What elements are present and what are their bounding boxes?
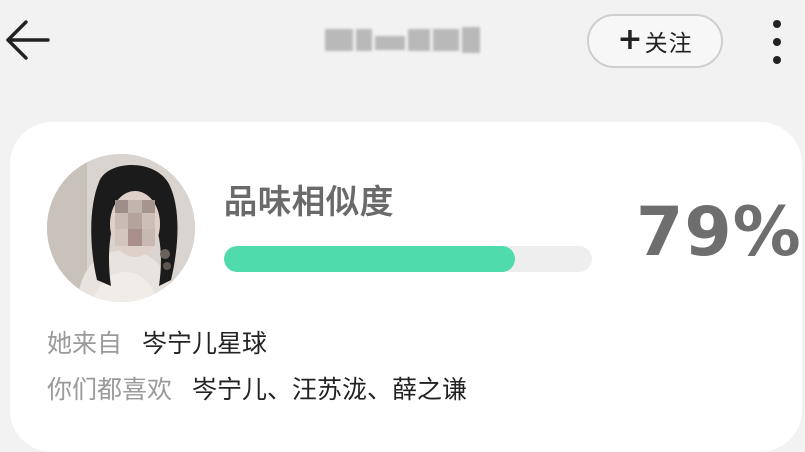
similarity-percent: 79% bbox=[636, 193, 802, 272]
common-likes-label: 你们都喜欢 bbox=[47, 375, 173, 404]
arrow-left-icon bbox=[6, 20, 50, 60]
origin-value: 岑宁儿星球 bbox=[142, 329, 268, 358]
avatar-image bbox=[47, 154, 195, 302]
more-vertical-icon bbox=[773, 20, 781, 28]
more-options-button[interactable] bbox=[760, 16, 794, 68]
top-bar: + 关注 bbox=[0, 0, 805, 90]
origin-row: 她来自 岑宁儿星球 bbox=[47, 326, 267, 362]
follow-button-label: 关注 bbox=[644, 31, 693, 57]
follow-button[interactable]: + 关注 bbox=[587, 14, 723, 68]
similarity-progress-bar bbox=[224, 246, 592, 272]
common-likes-row: 你们都喜欢 岑宁儿、汪苏泷、薛之谦 bbox=[47, 372, 467, 408]
common-likes-value: 岑宁儿、汪苏泷、薛之谦 bbox=[192, 375, 468, 404]
similarity-progress-fill bbox=[224, 246, 515, 272]
avatar[interactable] bbox=[47, 154, 195, 302]
plus-icon: + bbox=[617, 22, 643, 57]
back-button[interactable] bbox=[2, 17, 52, 63]
username-obscured bbox=[325, 24, 480, 56]
similarity-title: 品味相似度 bbox=[224, 182, 394, 221]
origin-label: 她来自 bbox=[47, 329, 123, 358]
